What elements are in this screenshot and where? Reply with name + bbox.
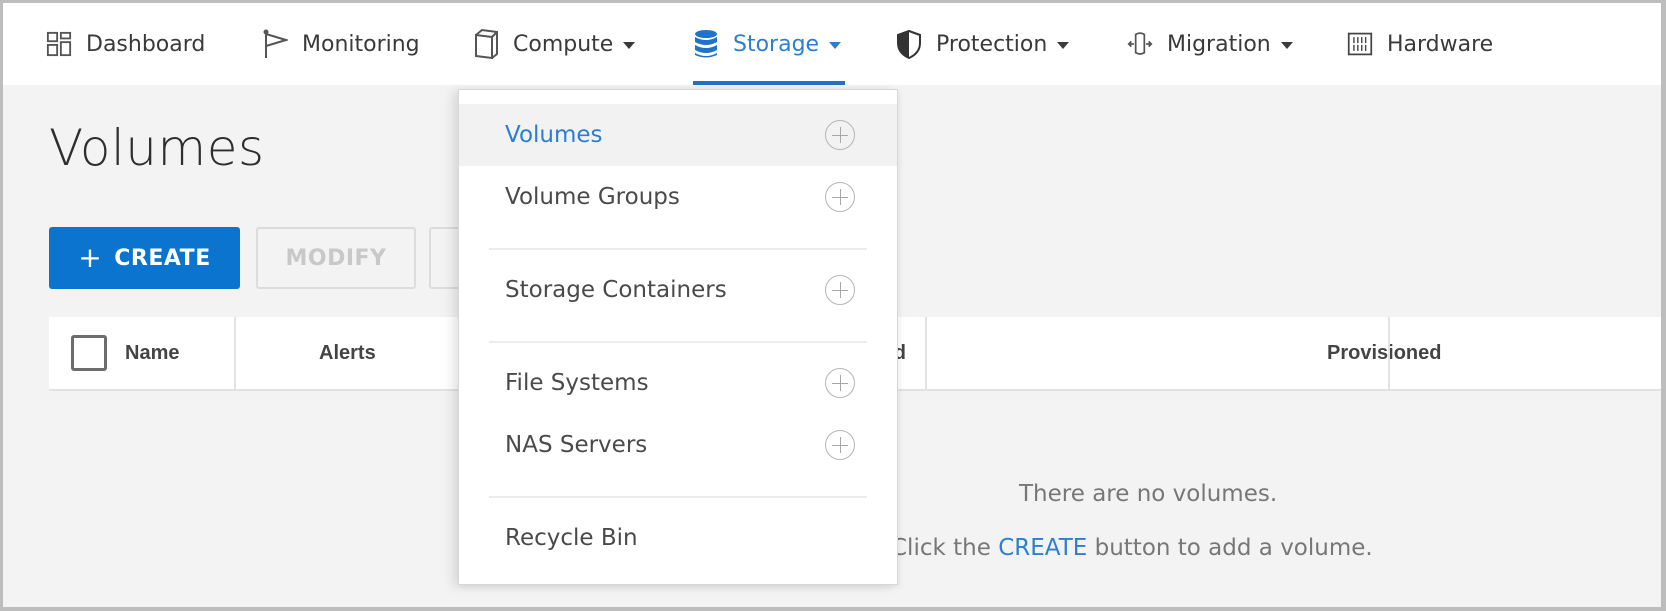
- nav-monitoring[interactable]: Monitoring: [262, 3, 420, 85]
- column-header-name[interactable]: Name: [125, 317, 179, 389]
- menu-item-nas-servers[interactable]: NAS Servers: [459, 414, 897, 476]
- nav-hardware[interactable]: Hardware: [1347, 3, 1493, 85]
- nav-label: Storage: [733, 31, 820, 57]
- nav-storage[interactable]: Storage: [693, 3, 846, 85]
- chevron-down-icon: [1280, 42, 1293, 49]
- nav-label: Dashboard: [86, 31, 206, 57]
- menu-item-label: Volumes: [505, 122, 603, 148]
- add-circle-icon[interactable]: [825, 368, 855, 398]
- column-divider: [925, 317, 927, 389]
- empty-hint-suffix: button to add a volume.: [1094, 535, 1373, 561]
- chevron-down-icon: [1057, 42, 1070, 49]
- menu-item-file-systems[interactable]: File Systems: [459, 352, 897, 414]
- plus-icon: +: [78, 240, 103, 274]
- add-circle-icon[interactable]: [825, 120, 855, 150]
- column-divider: [1388, 317, 1390, 389]
- chevron-down-icon: [623, 42, 636, 49]
- menu-divider: [489, 341, 867, 343]
- page-title: Volumes: [49, 119, 265, 177]
- create-button[interactable]: + CREATE: [49, 227, 240, 289]
- nav-label: Hardware: [1387, 31, 1494, 57]
- dashboard-grid-icon: [46, 29, 72, 59]
- add-circle-icon[interactable]: [825, 182, 855, 212]
- nav-protection[interactable]: Protection: [896, 3, 1070, 85]
- nav-label: Migration: [1167, 31, 1271, 57]
- column-divider: [234, 317, 236, 389]
- empty-hint-create-link[interactable]: CREATE: [998, 535, 1087, 561]
- hardware-rack-icon: [1347, 29, 1373, 59]
- shield-icon: [896, 29, 922, 59]
- menu-divider: [489, 248, 867, 250]
- menu-item-recycle-bin[interactable]: Recycle Bin: [459, 507, 897, 569]
- create-label: CREATE: [114, 245, 211, 271]
- column-header-provisioned[interactable]: Provisioned: [1327, 317, 1441, 389]
- add-circle-icon[interactable]: [825, 275, 855, 305]
- storage-dropdown-menu: Volumes Volume Groups Storage Containers…: [458, 89, 898, 585]
- empty-hint-prefix: Click the: [891, 535, 991, 561]
- menu-divider: [489, 496, 867, 498]
- add-circle-icon[interactable]: [825, 430, 855, 460]
- nav-migration[interactable]: Migration: [1127, 3, 1293, 85]
- menu-item-volume-groups[interactable]: Volume Groups: [459, 166, 897, 228]
- menu-item-label: File Systems: [505, 370, 649, 396]
- chevron-down-icon: [829, 42, 842, 49]
- menu-item-label: NAS Servers: [505, 432, 648, 458]
- nav-label: Monitoring: [302, 31, 420, 57]
- flag-icon: [262, 29, 288, 59]
- menu-item-label: Volume Groups: [505, 184, 680, 210]
- database-icon: [693, 29, 719, 59]
- empty-state-title: There are no volumes.: [1019, 481, 1278, 507]
- nav-label: Compute: [513, 31, 614, 57]
- modify-button[interactable]: MODIFY: [256, 227, 416, 289]
- menu-item-label: Recycle Bin: [505, 525, 638, 551]
- nav-compute[interactable]: Compute: [473, 3, 636, 85]
- app-window: Dashboard Monitoring Compute Storage Pro…: [3, 3, 1661, 607]
- top-navigation: Dashboard Monitoring Compute Storage Pro…: [3, 3, 1661, 85]
- nav-dashboard[interactable]: Dashboard: [46, 3, 205, 85]
- compute-device-icon: [473, 28, 499, 60]
- nav-label: Protection: [936, 31, 1048, 57]
- empty-state-hint: Click the CREATE button to add a volume.: [891, 535, 1373, 561]
- menu-item-volumes[interactable]: Volumes: [459, 104, 897, 166]
- menu-item-storage-containers[interactable]: Storage Containers: [459, 259, 897, 321]
- column-header-alerts[interactable]: Alerts: [319, 317, 376, 389]
- menu-item-label: Storage Containers: [505, 277, 727, 303]
- migration-icon: [1127, 29, 1153, 59]
- select-all-checkbox[interactable]: [71, 335, 107, 371]
